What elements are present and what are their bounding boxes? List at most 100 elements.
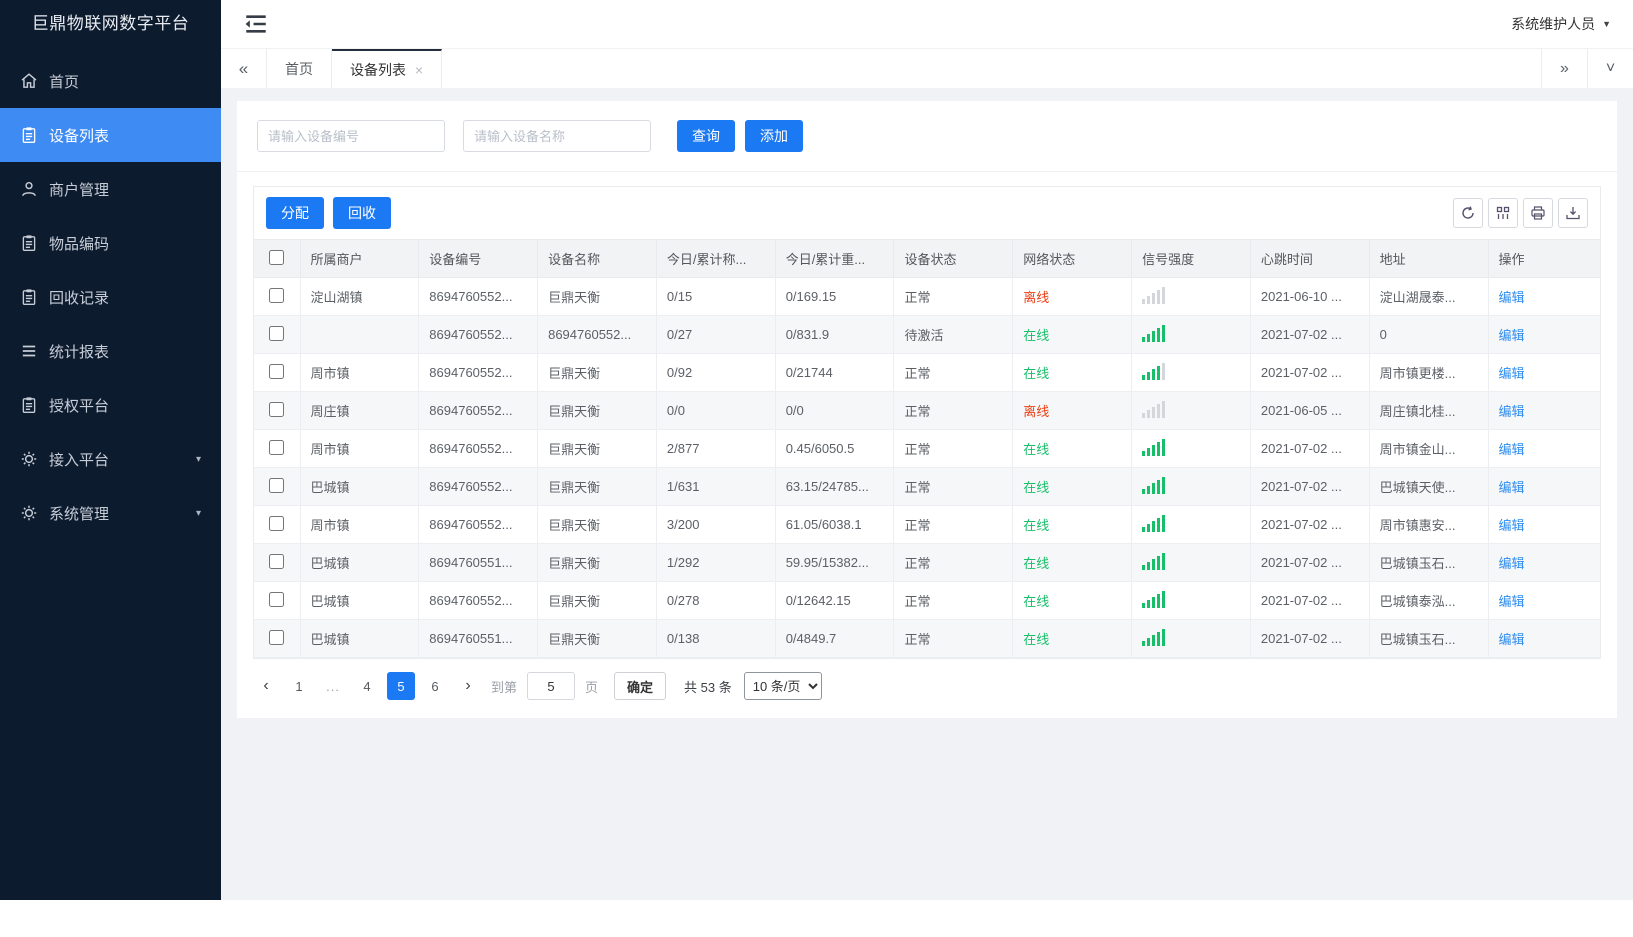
prev-page-icon[interactable]: ‹: [253, 672, 279, 700]
recycle-button[interactable]: 回收: [333, 197, 391, 229]
page-number[interactable]: 6: [421, 672, 449, 700]
row-checkbox[interactable]: [269, 553, 285, 569]
goto-page-input[interactable]: [527, 672, 576, 700]
row-checkbox[interactable]: [269, 515, 285, 531]
table-row: 周市镇 8694760552... 巨鼎天衡 3/200 61.05/6038.1 正常在…: [254, 505, 1600, 544]
sidebar-item-recycle-records[interactable]: 回收记录: [0, 270, 221, 324]
signal-bar: [1147, 448, 1151, 456]
edit-link[interactable]: 编辑: [1499, 632, 1525, 647]
page-number[interactable]: 4: [353, 672, 381, 700]
signal-bar: [1152, 559, 1156, 570]
sidebar-item-device-list[interactable]: 设备列表: [0, 108, 221, 162]
column-header-merchant: 所属商户: [300, 239, 420, 278]
row-checkbox[interactable]: [269, 401, 285, 417]
edit-link[interactable]: 编辑: [1499, 556, 1525, 571]
edit-link[interactable]: 编辑: [1499, 328, 1525, 343]
device-list-card: 查询 添加 分配 回收 所属商户设备编号设备名称今日/累计称...今日/累计重.…: [237, 101, 1617, 718]
add-button[interactable]: 添加: [745, 120, 803, 152]
cell-signal: [1131, 277, 1251, 316]
edit-link[interactable]: 编辑: [1499, 518, 1525, 533]
sidebar-item-auth-platform[interactable]: 授权平台: [0, 378, 221, 432]
sidebar-item-label: 首页: [49, 73, 80, 91]
sidebar-item-access-platform[interactable]: 接入平台 ▾: [0, 432, 221, 486]
cell-device_name: 巨鼎天衡: [537, 467, 657, 506]
refresh-button[interactable]: [1453, 198, 1483, 228]
cell-heartbeat: 2021-07-02 ...: [1250, 581, 1370, 620]
tab-options-icon[interactable]: ˅: [1587, 49, 1633, 88]
cell-merchant: 巴城镇: [300, 543, 420, 582]
edit-link[interactable]: 编辑: [1499, 366, 1525, 381]
columns-button[interactable]: [1488, 198, 1518, 228]
edit-link[interactable]: 编辑: [1499, 290, 1525, 305]
edit-link[interactable]: 编辑: [1499, 442, 1525, 457]
row-checkbox[interactable]: [269, 287, 285, 303]
cell-address: 巴城镇泰泓...: [1369, 581, 1489, 620]
user-menu[interactable]: 系统维护人员 ▼: [1511, 14, 1611, 34]
cell-device_no: 8694760551...: [418, 543, 539, 582]
table-row: 巴城镇 8694760552... 巨鼎天衡 0/278 0/12642.15 正常 在线 2…: [254, 581, 1600, 620]
signal-bar: [1142, 375, 1146, 380]
row-checkbox[interactable]: [269, 591, 285, 607]
next-page-icon[interactable]: ›: [455, 672, 481, 700]
tab-scroll-right-icon[interactable]: »: [1541, 49, 1587, 88]
row-checkbox[interactable]: [269, 325, 285, 341]
edit-link[interactable]: 编辑: [1499, 594, 1525, 609]
close-icon[interactable]: ×: [415, 63, 423, 77]
cell-today_count: 1/631: [656, 467, 776, 506]
tab-scroll-left-icon[interactable]: «: [221, 49, 267, 88]
device-name-input[interactable]: [463, 120, 651, 152]
page-size-select[interactable]: 10 条/页: [743, 672, 822, 700]
signal-bar: [1152, 369, 1156, 380]
sidebar-item-item-code[interactable]: 物品编码: [0, 216, 221, 270]
row-checkbox[interactable]: [269, 363, 285, 379]
row-checkbox-cell: [254, 391, 301, 430]
cell-device_name: 巨鼎天衡: [537, 429, 657, 468]
signal-bar: [1147, 334, 1151, 342]
row-checkbox[interactable]: [269, 629, 285, 645]
cell-address: 巴城镇玉石...: [1369, 543, 1489, 582]
edit-link[interactable]: 编辑: [1499, 480, 1525, 495]
tab-device-list[interactable]: 设备列表 ×: [332, 49, 443, 88]
page-number[interactable]: 5: [387, 672, 415, 700]
cell-device_status: 正常: [893, 429, 1014, 468]
sidebar-collapse-icon[interactable]: [243, 11, 269, 37]
cell-today_weight: 0/21744: [775, 353, 895, 392]
edit-link[interactable]: 编辑: [1499, 404, 1525, 419]
caret-down-icon: ▼: [1602, 19, 1611, 29]
signal-bar: [1147, 600, 1151, 608]
export-button[interactable]: [1558, 198, 1588, 228]
main-column: 系统维护人员 ▼ « 首页 设备列表 × » ˅ 查询 添加: [221, 0, 1633, 900]
cell-merchant: 周市镇: [300, 505, 420, 544]
page-number[interactable]: 1: [285, 672, 313, 700]
cell-signal: [1131, 315, 1251, 354]
cell-address: 周市镇更楼...: [1369, 353, 1489, 392]
signal-bars-icon: [1142, 628, 1166, 646]
column-header-action: 操作: [1488, 239, 1600, 278]
print-button[interactable]: [1523, 198, 1553, 228]
confirm-button[interactable]: 确定: [614, 672, 667, 700]
query-button[interactable]: 查询: [677, 120, 735, 152]
cell-device_name: 8694760552...: [537, 315, 657, 354]
select-all-checkbox[interactable]: [269, 249, 285, 265]
cell-action: 编辑: [1488, 581, 1600, 620]
device-no-input[interactable]: [257, 120, 445, 152]
sidebar-item-label: 物品编码: [49, 235, 110, 253]
signal-bar: [1162, 591, 1166, 608]
signal-bar: [1157, 404, 1161, 418]
cell-merchant: 淀山湖镇: [300, 277, 420, 316]
signal-bar: [1147, 524, 1151, 532]
table-row: 8694760552... 8694760552... 0/27 0/831.9 待激活…: [254, 315, 1600, 354]
row-checkbox[interactable]: [269, 477, 285, 493]
sidebar-item-home[interactable]: 首页: [0, 54, 221, 108]
cell-today_count: 3/200: [656, 505, 776, 544]
tab-home[interactable]: 首页: [267, 49, 332, 88]
assign-button[interactable]: 分配: [266, 197, 324, 229]
sidebar-item-merchant-mgmt[interactable]: 商户管理: [0, 162, 221, 216]
row-checkbox[interactable]: [269, 439, 285, 455]
sidebar-item-system-mgmt[interactable]: 系统管理 ▾: [0, 486, 221, 540]
signal-bar: [1147, 562, 1151, 570]
table-row: 巴城镇 8694760551... 巨鼎天衡 0/138 0/4849.7 正常 在线 202…: [254, 619, 1600, 658]
print-icon: [1530, 205, 1546, 221]
signal-bar: [1147, 638, 1151, 646]
sidebar-item-stats-report[interactable]: 统计报表: [0, 324, 221, 378]
